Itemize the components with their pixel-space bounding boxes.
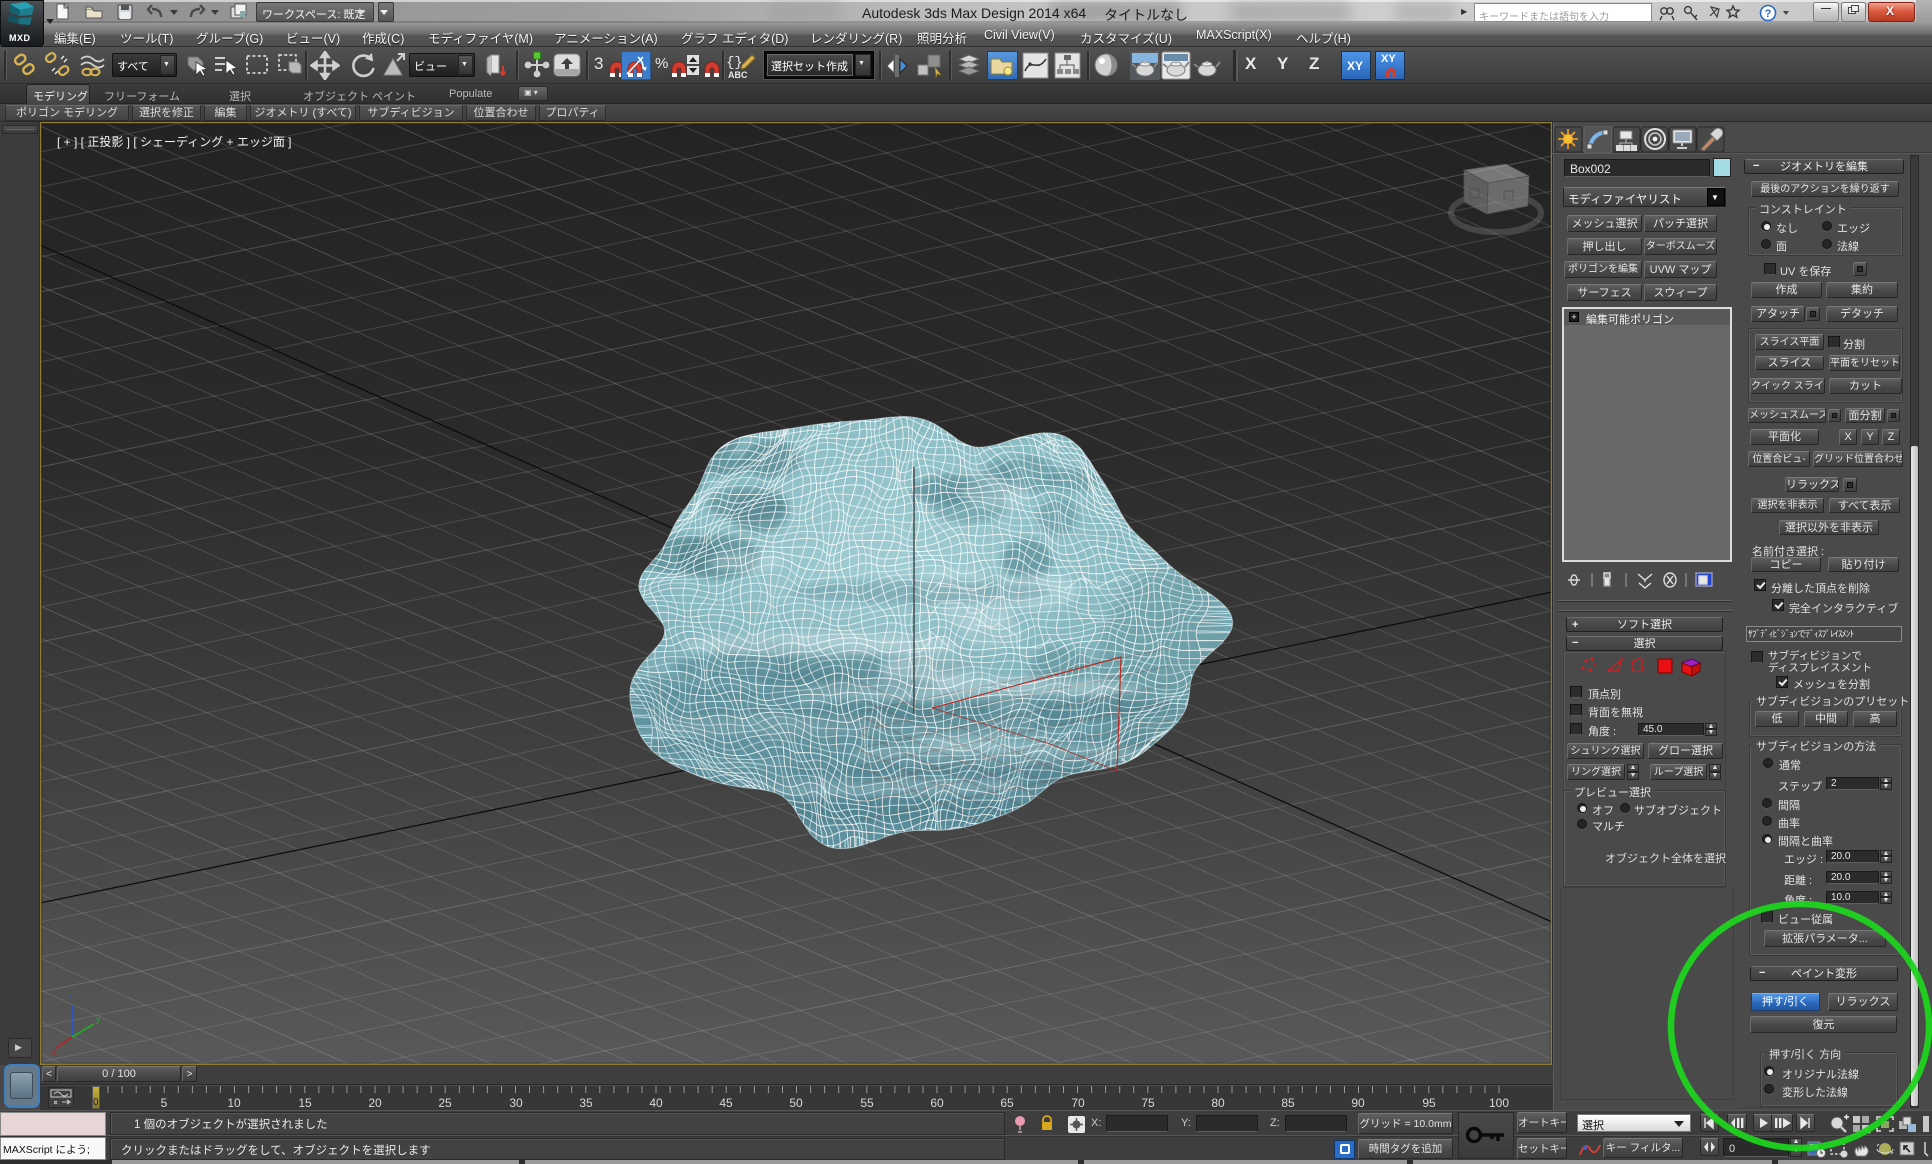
svg-text:5: 5 — [161, 1096, 168, 1110]
svg-text:70: 70 — [1071, 1096, 1085, 1110]
svg-text:ABC: ABC — [728, 70, 748, 80]
svg-text:?: ? — [1765, 8, 1772, 20]
svg-text:75: 75 — [1141, 1096, 1155, 1110]
svg-text:z: z — [68, 992, 73, 1002]
svg-text:[ + ] [ 正投影 ] [ シェーディング + エッジ面: [ + ] [ 正投影 ] [ シェーディング + エッジ面 ] — [57, 134, 292, 149]
svg-text:x: x — [52, 1047, 57, 1057]
svg-text:35: 35 — [579, 1096, 593, 1110]
svg-text:65: 65 — [1000, 1096, 1014, 1110]
svg-text:80: 80 — [1211, 1096, 1225, 1110]
svg-text:10: 10 — [227, 1096, 241, 1110]
svg-text:y: y — [96, 1014, 101, 1024]
svg-text:55: 55 — [860, 1096, 874, 1110]
svg-text:100: 100 — [1489, 1096, 1509, 1110]
svg-text:25: 25 — [438, 1096, 452, 1110]
svg-text:60: 60 — [930, 1096, 944, 1110]
svg-text:30: 30 — [509, 1096, 523, 1110]
svg-text:40: 40 — [649, 1096, 663, 1110]
svg-text:{}: {} — [726, 55, 743, 71]
svg-text:45: 45 — [719, 1096, 733, 1110]
svg-text:85: 85 — [1281, 1096, 1295, 1110]
svg-text:50: 50 — [789, 1096, 803, 1110]
svg-text:95: 95 — [1422, 1096, 1436, 1110]
svg-text:15: 15 — [298, 1096, 312, 1110]
svg-text:20: 20 — [368, 1096, 382, 1110]
svg-text:90: 90 — [1351, 1096, 1365, 1110]
